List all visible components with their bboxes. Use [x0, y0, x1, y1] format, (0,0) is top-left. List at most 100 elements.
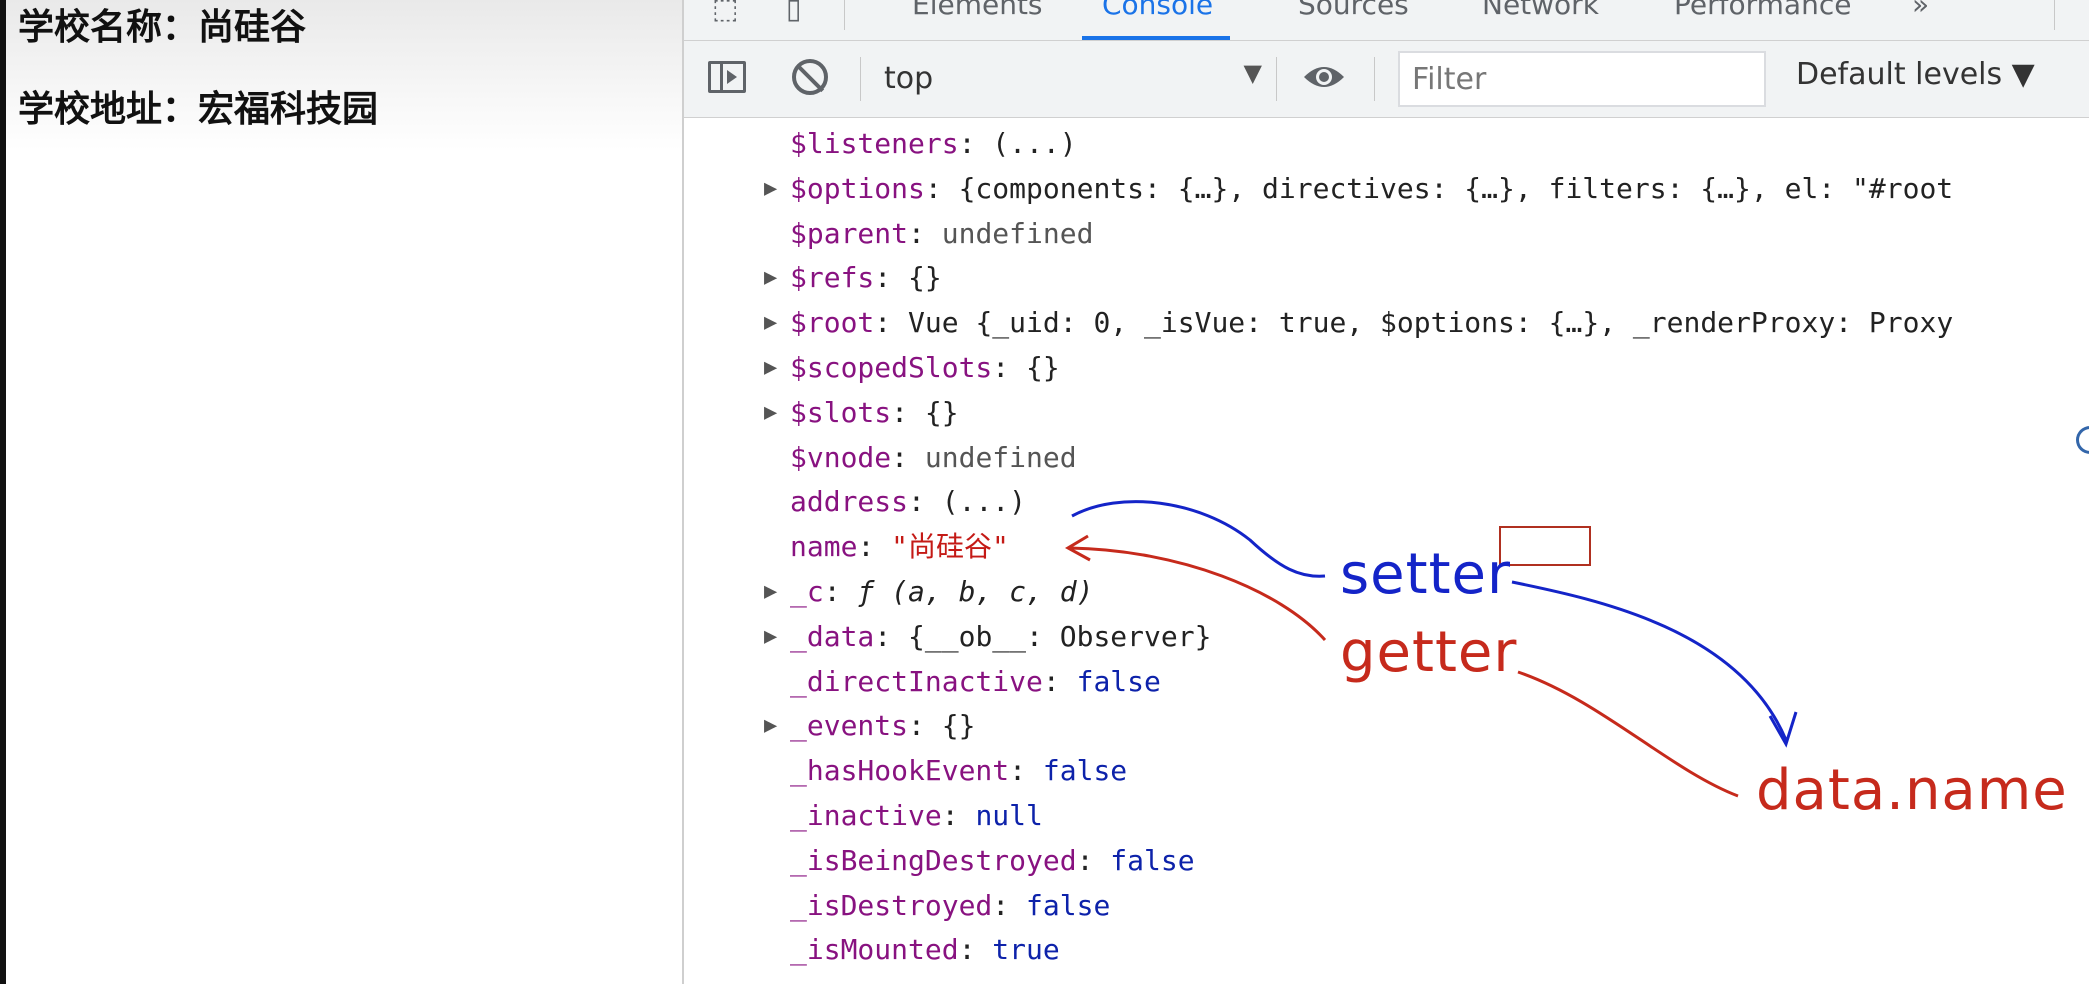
property-value: ƒ (a, b, c, d) [857, 575, 1094, 608]
property-value: {__ob__: Observer} [908, 619, 1212, 653]
property-separator: : [992, 351, 1027, 384]
console-property-row: _hasHookEvent: false [790, 749, 1127, 793]
property-separator: : [1076, 843, 1111, 877]
name-property-highlight-box [1499, 526, 1591, 566]
expand-triangle-icon[interactable]: ▶ [764, 256, 777, 300]
property-value: false [1076, 664, 1161, 698]
property-separator: : [924, 171, 959, 205]
property-key: $root [790, 306, 875, 340]
property-value: "尚硅谷" [891, 530, 1009, 564]
device-toolbar-icon[interactable]: ▯ [786, 0, 801, 25]
property-value: undefined [941, 216, 1094, 250]
console-property-row[interactable]: ▶ $refs: {} [764, 256, 942, 300]
console-property-row: $listeners: (...) [790, 122, 1077, 166]
console-property-row: $vnode: undefined [790, 436, 1077, 480]
property-separator: : [908, 709, 942, 743]
property-separator: : [958, 127, 993, 160]
live-expression-eye-icon[interactable] [1302, 63, 1346, 91]
school-address-heading: 学校地址：宏福科技园 [18, 89, 379, 130]
property-separator: : [823, 575, 858, 608]
property-value: {} [941, 709, 976, 743]
tabbar-divider-right [2054, 0, 2055, 30]
property-key: name [790, 530, 858, 564]
property-key: _directInactive [790, 664, 1043, 698]
toolbar-divider [1374, 57, 1375, 101]
console-property-row[interactable]: ▶ $root: Vue {_uid: 0, _isVue: true, $opt… [764, 301, 1954, 345]
property-value: null [975, 799, 1043, 832]
tab-performance[interactable]: Performance [1674, 0, 1851, 21]
console-property-row[interactable]: ▶ _events: {} [764, 704, 976, 748]
window-left-edge [0, 0, 6, 984]
rendered-page: 学校名称：尚硅谷 学校地址：宏福科技园 [0, 0, 682, 984]
console-property-row[interactable]: ▶ $options: {components: {…}, directives:… [764, 167, 1954, 211]
expand-triangle-icon[interactable]: ▶ [764, 167, 777, 211]
property-key: $options [790, 171, 925, 205]
property-key: _events [790, 709, 909, 743]
property-key: _isBeingDestroyed [790, 843, 1077, 877]
tab-elements[interactable]: Elements [912, 0, 1043, 21]
property-separator: : [908, 485, 942, 519]
console-filter-input[interactable] [1398, 51, 1766, 107]
property-value: false [1042, 754, 1128, 788]
console-property-row[interactable]: ▶ $slots: {} [764, 391, 959, 435]
property-separator: : [891, 440, 925, 474]
property-separator: : [857, 530, 892, 564]
property-key: $vnode [790, 440, 892, 474]
clear-console-icon[interactable] [792, 59, 828, 95]
property-key: _data [790, 619, 875, 653]
property-value: true [992, 933, 1060, 967]
property-key: $refs [790, 261, 875, 295]
property-separator: : [874, 261, 909, 295]
expand-triangle-icon[interactable]: ▶ [764, 570, 777, 614]
devtools-tab-bar: ⬚ ▯ Elements Console Sources Network Per… [684, 0, 2089, 41]
property-separator: : [958, 933, 993, 967]
context-selector[interactable]: top ▼ [884, 55, 1264, 103]
log-levels-dropdown[interactable]: Default levels ▼ [1796, 57, 2035, 92]
property-value: (...) [992, 127, 1077, 160]
property-value: {} [1026, 351, 1060, 384]
expand-triangle-icon[interactable]: ▶ [764, 704, 777, 748]
property-key: _isDestroyed [790, 888, 993, 922]
property-separator: : [992, 888, 1027, 922]
console-property-row: _isBeingDestroyed: false [790, 839, 1195, 883]
console-property-row[interactable]: ▶ $scopedSlots: {} [764, 346, 1060, 390]
property-separator: : [891, 395, 925, 429]
console-property-row[interactable]: ▶ _c: ƒ (a, b, c, d) [764, 570, 1094, 614]
expand-triangle-icon[interactable]: ▶ [764, 391, 777, 435]
property-separator: : [941, 799, 976, 832]
property-separator: : [1042, 664, 1077, 698]
property-value: {components: {…}, directives: {…}, filte… [958, 171, 1954, 205]
property-separator: : [908, 216, 942, 250]
inspect-element-icon[interactable]: ⬚ [712, 0, 738, 25]
console-property-row: $parent: undefined [790, 212, 1093, 256]
console-property-row: _inactive: null [790, 794, 1043, 838]
tab-console[interactable]: Console [1102, 0, 1213, 21]
tab-sources[interactable]: Sources [1298, 0, 1409, 21]
console-property-row: _directInactive: false [790, 660, 1161, 704]
property-key: $listeners [790, 127, 959, 160]
more-tabs-icon[interactable]: » [1912, 0, 1929, 21]
property-key: $slots [790, 395, 892, 429]
property-separator: : [1009, 754, 1043, 788]
expand-triangle-icon[interactable]: ▶ [764, 301, 777, 345]
property-value: false [1026, 888, 1111, 922]
console-property-row: name: "尚硅谷" [790, 525, 1009, 569]
property-separator: : [874, 619, 909, 653]
tab-network[interactable]: Network [1482, 0, 1599, 21]
property-key: _inactive [790, 799, 942, 832]
context-selector-value: top [884, 61, 934, 96]
property-value: Vue {_uid: 0, _isVue: true, $options: {…… [908, 306, 1954, 340]
toolbar-divider [860, 57, 861, 101]
property-key: _hasHookEvent [790, 754, 1010, 788]
toolbar-divider [1276, 57, 1277, 101]
console-toolbar: top ▼ Default levels ▼ [684, 41, 2089, 118]
console-output: $listeners: (...) ▶ $options: {components:… [684, 118, 2089, 984]
expand-triangle-icon[interactable]: ▶ [764, 346, 777, 390]
show-sidebar-icon[interactable] [708, 61, 746, 93]
property-value: false [1110, 843, 1195, 877]
property-separator: : [874, 306, 909, 340]
expand-triangle-icon[interactable]: ▶ [764, 615, 777, 659]
console-property-row[interactable]: ▶ _data: {__ob__: Observer} [764, 615, 1212, 659]
property-key: _isMounted [790, 933, 959, 967]
property-key: _c [790, 575, 824, 608]
